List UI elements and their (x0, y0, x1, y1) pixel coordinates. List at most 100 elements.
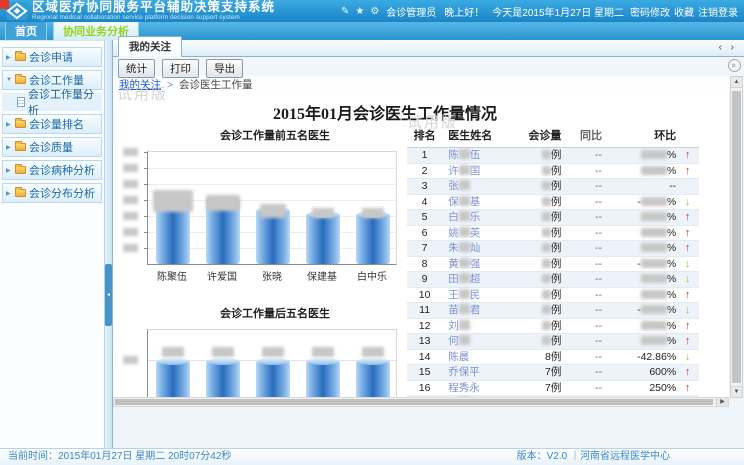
bar-value-label-redacted (312, 208, 334, 218)
trend-up-icon: ↑ (676, 241, 699, 257)
corner-red-marker (0, 0, 9, 9)
change-password-link[interactable]: 密码修改 (630, 4, 670, 19)
doctor-name-cell[interactable]: 朱灿 (442, 241, 517, 257)
doctor-name-cell[interactable]: 乔保平 (442, 365, 517, 381)
splitter-collapse-handle[interactable]: ◂ (105, 264, 112, 326)
rank-cell: 9 (407, 272, 442, 288)
doctor-name-cell[interactable]: 田超 (442, 272, 517, 288)
scroll-right-arrow-icon[interactable]: ▶ (716, 398, 728, 406)
current-time: 当前时间：2015年01月27日 星期二 20时07分42秒 (8, 451, 231, 462)
tab-scroll-left-icon[interactable]: ‹ (719, 42, 722, 53)
favorites-link[interactable]: 收藏 (674, 4, 694, 19)
redacted-blur (459, 304, 470, 314)
redacted-blur (542, 166, 551, 175)
yoy-cell: -- (564, 318, 612, 334)
doctor-name-cell[interactable]: 保基 (442, 194, 517, 210)
doctor-name-cell[interactable]: 张 (442, 179, 517, 195)
doctor-name-cell[interactable]: 陈晨 (442, 349, 517, 365)
doctor-name-cell[interactable]: 刘 (442, 318, 517, 334)
doctor-name-cell[interactable]: 王民 (442, 287, 517, 303)
trend-up-icon: ↑ (676, 287, 699, 303)
sidebar-subitem[interactable]: 会诊工作量分析 (2, 93, 102, 111)
trend-up-icon: ↑ (676, 365, 699, 381)
bar-value-label-redacted (312, 347, 334, 357)
sidebar-item[interactable]: ▶会诊质量 (2, 137, 102, 157)
volume-cell: 例 (517, 256, 565, 272)
redacted-blur (641, 166, 667, 175)
doctor-name-cell[interactable]: 白乐 (442, 210, 517, 226)
rank-cell: 7 (407, 241, 442, 257)
scroll-up-arrow-icon[interactable]: ▲ (731, 77, 742, 88)
x-axis-label: 陈聚伍 (147, 268, 197, 283)
volume-cell: 例 (517, 334, 565, 350)
column-header: 会诊量 (517, 124, 565, 148)
redacted-blur (542, 305, 551, 314)
redacted-blur (641, 321, 667, 330)
sidebar-item[interactable]: ▶会诊病种分析 (2, 160, 102, 180)
sidebar: ▶会诊申请▼会诊工作量会诊工作量分析▶会诊量排名▶会诊质量▶会诊病种分析▶会诊分… (0, 40, 104, 448)
export-button[interactable]: 导出 (206, 59, 243, 78)
table-row: 13何例--%↑ (407, 334, 699, 350)
nav-tab-home[interactable]: 首页 (5, 20, 47, 40)
rank-cell: 11 (407, 303, 442, 319)
redacted-blur (459, 258, 470, 268)
doctor-name-cell[interactable]: 许国 (442, 163, 517, 179)
trend-down-icon: ↓ (676, 303, 699, 319)
redacted-blur (542, 336, 551, 345)
sidebar-item[interactable]: ▶会诊分布分析 (2, 183, 102, 203)
table-row: 10王民例--%↑ (407, 287, 699, 303)
statistics-button[interactable]: 统计 (118, 59, 155, 78)
redacted-blur (641, 212, 667, 221)
gear-icon[interactable]: ⚙ (370, 6, 379, 17)
mom-cell: % (612, 210, 676, 226)
axis-tick (144, 216, 148, 217)
horizontal-scrollbar[interactable]: ▶ (113, 397, 729, 407)
tab-my-focus[interactable]: 我的关注 (118, 36, 182, 57)
document-icon (17, 97, 25, 107)
report-body: 试用版 2015年01月会诊医生工作量情况 会诊工作量前五名医生 陈聚伍许爱国张… (113, 91, 729, 397)
chevron-right-icon: ▶ (6, 144, 15, 151)
column-header-trend (676, 124, 699, 148)
pencil-icon[interactable]: ✎ (341, 6, 349, 17)
vertical-scrollbar-thumb[interactable] (732, 91, 741, 383)
collapse-panel-button[interactable]: « (728, 59, 741, 72)
yoy-cell: -- (564, 256, 612, 272)
rank-cell: 12 (407, 318, 442, 334)
redacted-blur (542, 274, 551, 283)
chart-title: 会诊工作量前五名医生 (145, 127, 405, 143)
vertical-scrollbar[interactable]: ▲ ▼ (730, 76, 743, 398)
volume-cell: 例 (517, 303, 565, 319)
logout-link[interactable]: 注销登录 (698, 4, 738, 19)
rank-cell: 14 (407, 349, 442, 365)
mom-cell: % (612, 163, 676, 179)
doctor-name-cell[interactable]: 黄强 (442, 256, 517, 272)
redacted-blur (459, 227, 470, 237)
bar (306, 361, 340, 397)
doctor-name-cell[interactable]: 程秀永 (442, 380, 517, 396)
volume-cell: 8例 (517, 349, 565, 365)
table-row: 9田超例--%↓ (407, 272, 699, 288)
yoy-cell: -- (564, 272, 612, 288)
doctor-name-cell[interactable]: 何 (442, 334, 517, 350)
chart-x-axis-labels: 陈聚伍许爱国张晓保建基白中乐 (147, 268, 397, 283)
tab-scroll-right-icon[interactable]: › (731, 42, 734, 53)
redacted-blur (459, 165, 470, 175)
star-icon[interactable]: ★ (355, 6, 364, 17)
mom-cell: 600% (612, 365, 676, 381)
breadcrumb-link[interactable]: 我的关注 (119, 79, 161, 91)
redacted-blur (542, 228, 551, 237)
doctor-name-cell[interactable]: 姚英 (442, 225, 517, 241)
print-button[interactable]: 打印 (162, 59, 199, 78)
horizontal-scrollbar-thumb[interactable] (115, 399, 713, 405)
mom-cell: -% (612, 256, 676, 272)
sidebar-splitter[interactable]: ◂ (104, 40, 112, 448)
doctor-name-cell[interactable]: 陈伍 (442, 148, 517, 164)
main-nav: 首页 协同业务分析 (0, 22, 744, 40)
scroll-down-arrow-icon[interactable]: ▼ (731, 386, 742, 397)
redacted-blur (641, 290, 667, 299)
ranking-table: 排名医生姓名会诊量同比环比 1陈伍例--%↑2许国例--%↑3张例----4保基… (407, 124, 699, 397)
x-axis-label: 许爱国 (197, 268, 247, 283)
doctor-name-cell[interactable]: 苗君 (442, 303, 517, 319)
sidebar-item[interactable]: ▶会诊申请 (2, 47, 102, 67)
app-logo-icon (6, 2, 28, 20)
